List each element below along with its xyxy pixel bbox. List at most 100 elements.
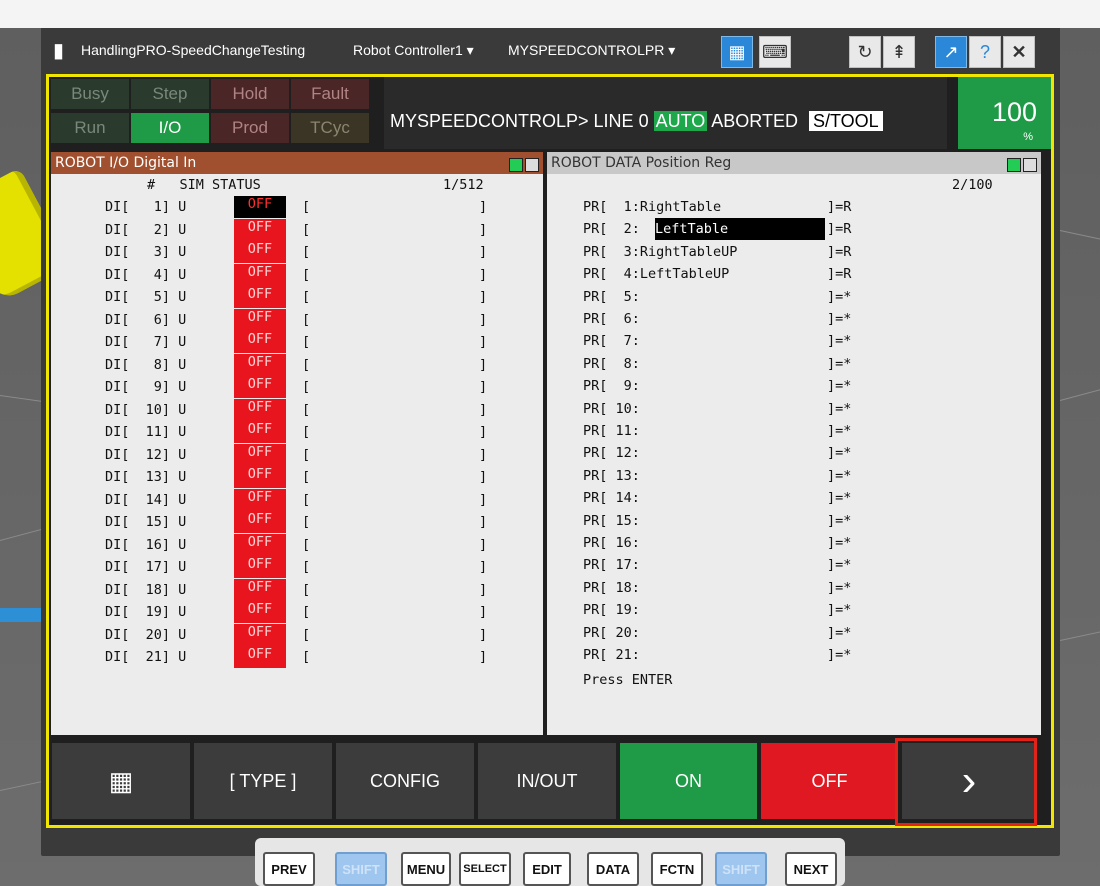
io-comment-open: [ bbox=[302, 514, 311, 530]
refresh-icon[interactable]: ↻ bbox=[849, 36, 881, 68]
pr-row-value[interactable]: ]=* bbox=[827, 330, 851, 352]
pr-row-label[interactable]: PR[ 4:LeftTableUP bbox=[583, 263, 729, 285]
io-status-cell[interactable]: OFF bbox=[234, 286, 286, 308]
io-status-cell[interactable]: OFF bbox=[234, 398, 286, 421]
prev-key[interactable]: PREV bbox=[263, 852, 315, 886]
edit-key[interactable]: EDIT bbox=[523, 852, 571, 886]
io-status-cell[interactable]: OFF bbox=[234, 466, 286, 488]
pr-row-label[interactable]: PR[ 9: bbox=[583, 375, 640, 397]
pr-row-label[interactable]: PR[ 5: bbox=[583, 286, 640, 308]
pr-row-label[interactable]: PR[ 8: bbox=[583, 353, 640, 375]
inout-button[interactable]: IN/OUT bbox=[478, 743, 616, 819]
pr-row-label[interactable]: PR[ 10: bbox=[583, 398, 640, 420]
config-button[interactable]: CONFIG bbox=[336, 743, 474, 819]
program-selector[interactable]: MYSPEEDCONTROLPR ▾ bbox=[508, 42, 675, 59]
pr-row-label[interactable]: PR[ 11: bbox=[583, 420, 640, 442]
pr-row-label[interactable]: PR[ 1:RightTable bbox=[583, 196, 721, 218]
io-status-cell[interactable]: OFF bbox=[234, 646, 286, 668]
io-row-label: DI[ 6] U bbox=[105, 311, 187, 328]
shift-key-right[interactable]: SHIFT bbox=[715, 852, 767, 886]
io-status-cell[interactable]: OFF bbox=[234, 488, 286, 511]
help-icon[interactable]: ? bbox=[969, 36, 1001, 68]
pr-row-label[interactable]: PR[ 6: bbox=[583, 308, 640, 330]
pr-row-label[interactable]: PR[ 20: bbox=[583, 622, 640, 644]
pr-row-label[interactable]: PR[ 18: bbox=[583, 577, 640, 599]
position-register-panel[interactable]: ROBOT DATA Position Reg 2/100 PR[ 1:Righ… bbox=[547, 152, 1041, 735]
on-button[interactable]: ON bbox=[620, 743, 757, 819]
pr-row-value[interactable]: ]=* bbox=[827, 510, 851, 532]
pr-row-label[interactable]: PR[ 21: bbox=[583, 644, 640, 666]
pr-row-label[interactable]: PR[ 7: bbox=[583, 330, 640, 352]
shift-key[interactable]: SHIFT bbox=[335, 852, 387, 886]
pr-row-value[interactable]: ]=R bbox=[827, 218, 851, 240]
fctn-key[interactable]: FCTN bbox=[651, 852, 703, 886]
io-comment-open: [ bbox=[302, 289, 311, 305]
maximize-icon[interactable] bbox=[525, 158, 539, 172]
pendant-view-icon[interactable]: ▦ bbox=[721, 36, 753, 68]
pr-row-value[interactable]: ]=* bbox=[827, 465, 851, 487]
zoom-icon[interactable] bbox=[509, 158, 523, 172]
pr-row-value[interactable]: ]=* bbox=[827, 577, 851, 599]
io-status-cell[interactable]: OFF bbox=[234, 308, 286, 331]
io-status-cell[interactable]: OFF bbox=[234, 556, 286, 578]
zoom-icon[interactable] bbox=[1007, 158, 1021, 172]
pr-row-value[interactable]: ]=* bbox=[827, 644, 851, 666]
io-status-cell[interactable]: OFF bbox=[234, 533, 286, 556]
close-icon[interactable]: ✕ bbox=[1003, 36, 1035, 68]
pr-row-label[interactable]: PR[ 2: bbox=[583, 218, 640, 240]
pr-row-value[interactable]: ]=R bbox=[827, 196, 851, 218]
io-comment-open: [ bbox=[302, 244, 311, 260]
data-key[interactable]: DATA bbox=[587, 852, 639, 886]
io-status-cell[interactable]: OFF bbox=[234, 331, 286, 353]
menu-key[interactable]: MENU bbox=[401, 852, 451, 886]
off-button[interactable]: OFF bbox=[761, 743, 898, 819]
pr-row-value[interactable]: ]=* bbox=[827, 375, 851, 397]
io-status-cell[interactable]: OFF bbox=[234, 241, 286, 263]
io-status-cell[interactable]: OFF bbox=[234, 623, 286, 646]
pr-row-label[interactable]: PR[ 17: bbox=[583, 554, 640, 576]
next-key[interactable]: NEXT bbox=[785, 852, 837, 886]
pr-row-label[interactable]: PR[ 19: bbox=[583, 599, 640, 621]
pr-row-value[interactable]: ]=* bbox=[827, 308, 851, 330]
pr-row-value[interactable]: ]=* bbox=[827, 353, 851, 375]
io-status-cell[interactable]: OFF bbox=[234, 601, 286, 623]
popout-icon[interactable]: ↗ bbox=[935, 36, 967, 68]
io-digital-in-panel[interactable]: ROBOT I/O Digital In # SIM STATUS 1/512 … bbox=[51, 152, 543, 735]
maximize-icon[interactable] bbox=[1023, 158, 1037, 172]
pr-row-value[interactable]: ]=* bbox=[827, 398, 851, 420]
state-text: ABORTED bbox=[711, 111, 798, 131]
controller-selector[interactable]: Robot Controller1 ▾ bbox=[353, 42, 474, 59]
pr-row-value[interactable]: ]=* bbox=[827, 286, 851, 308]
pr-name-field[interactable]: LeftTable bbox=[655, 218, 825, 241]
pr-row-value[interactable]: ]=* bbox=[827, 420, 851, 442]
pr-row-label[interactable]: PR[ 14: bbox=[583, 487, 640, 509]
pr-row-value[interactable]: ]=* bbox=[827, 532, 851, 554]
keyboard-icon[interactable]: ⌨ bbox=[759, 36, 791, 68]
io-status-cell[interactable]: OFF bbox=[234, 511, 286, 533]
pr-row-value[interactable]: ]=* bbox=[827, 622, 851, 644]
io-status-cell[interactable]: OFF bbox=[234, 376, 286, 398]
pr-row-value[interactable]: ]=* bbox=[827, 442, 851, 464]
select-key[interactable]: SELECT bbox=[459, 852, 511, 886]
pr-row-label[interactable]: PR[ 13: bbox=[583, 465, 640, 487]
io-status-cell[interactable]: OFF bbox=[234, 421, 286, 443]
io-panel-title: ROBOT I/O Digital In bbox=[55, 155, 197, 171]
menu-grid-button[interactable]: ▦ bbox=[52, 743, 190, 819]
pr-row-label[interactable]: PR[ 16: bbox=[583, 532, 640, 554]
type-button[interactable]: [ TYPE ] bbox=[194, 743, 332, 819]
io-status-cell[interactable]: OFF bbox=[234, 353, 286, 376]
pr-row-value[interactable]: ]=* bbox=[827, 599, 851, 621]
io-status-cell[interactable]: OFF bbox=[234, 578, 286, 601]
pr-row-value[interactable]: ]=* bbox=[827, 554, 851, 576]
pr-row-value[interactable]: ]=* bbox=[827, 487, 851, 509]
io-status-cell[interactable]: OFF bbox=[234, 263, 286, 286]
io-status-cell[interactable]: OFF bbox=[234, 443, 286, 466]
pr-row-value[interactable]: ]=R bbox=[827, 263, 851, 285]
step-icon[interactable]: ⇞ bbox=[883, 36, 915, 68]
pr-row-label[interactable]: PR[ 15: bbox=[583, 510, 640, 532]
pr-row-label[interactable]: PR[ 3:RightTableUP bbox=[583, 241, 737, 263]
pr-row-value[interactable]: ]=R bbox=[827, 241, 851, 263]
io-status-cell[interactable]: OFF bbox=[234, 218, 286, 241]
pr-row-label[interactable]: PR[ 12: bbox=[583, 442, 640, 464]
io-status-cell[interactable]: OFF bbox=[234, 196, 286, 218]
